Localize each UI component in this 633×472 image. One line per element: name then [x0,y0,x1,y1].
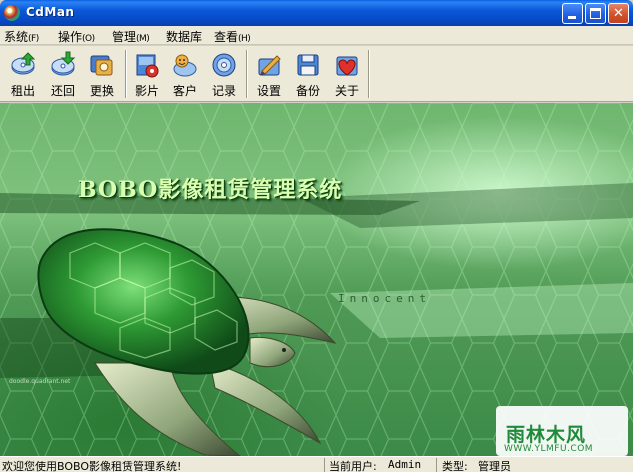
banner-subtitle: Innocent [338,292,431,305]
menu-manage-hotkey: (M) [136,34,150,44]
rent-out-label: 租出 [10,84,35,98]
status-bar: 欢迎您使用BOBO影像租赁管理系统! 当前用户: Admin 类型: 管理员 [0,456,633,472]
banner-title: BOBO影像租赁管理系统 [78,177,343,203]
about-button[interactable]: 关于 [328,48,366,100]
menu-view-label: 查看 [214,30,239,44]
image-credit: doodle.quadrant.net [9,378,71,385]
menu-view-hotkey: (H) [238,34,251,44]
menu-database-label: 数据库 [166,30,203,44]
toolbar-separator [246,50,248,98]
status-user-value: Admin [388,458,422,471]
records-icon [212,53,236,77]
backup-icon [297,54,319,76]
hex-pattern [0,103,633,456]
return-label: 还回 [50,84,75,98]
menu-bar: 系统(F) 操作(O) 管理(M) 数据库 查看(H) [0,26,633,45]
watermark-title: 雨林木风 [506,424,587,446]
app-icon [4,5,20,21]
film-label: 影片 [134,84,159,98]
splash-banner: BOBO影像租赁管理系统 Innocent doodle.quadrant.ne… [0,103,633,456]
rent-out-button[interactable]: 租出 [4,48,42,100]
status-welcome: 欢迎您使用BOBO影像租赁管理系统! [2,460,182,472]
settings-label: 设置 [256,84,281,98]
film-icon [136,54,159,78]
menu-manage-label: 管理 [112,30,137,44]
rent-out-icon [11,52,36,75]
exchange-button[interactable]: 更换 [83,48,121,100]
maximize-icon [590,8,601,19]
records-button[interactable]: 记录 [205,48,243,100]
status-type-value: 管理员 [478,460,511,472]
exchange-icon [90,55,113,76]
customer-button[interactable]: 客户 [166,48,204,100]
title-bar[interactable]: CdMan ✕ [0,0,633,26]
window-title: CdMan [26,5,75,19]
menu-operate-hotkey: (O) [82,34,95,44]
settings-icon [258,55,281,76]
customer-label: 客户 [172,84,197,98]
customer-icon [173,54,197,77]
toolbar-separator [368,50,370,98]
menu-manage[interactable]: 管理(M) [112,28,150,45]
maximize-button[interactable] [585,3,606,24]
menu-system-hotkey: (F) [28,34,39,44]
menu-database[interactable]: 数据库 [166,28,202,45]
about-icon [336,56,358,76]
toolbar: 租出 还回 更换 影片 客户 记录 设置 备份 关于 [0,46,633,102]
status-pane-divider [436,458,437,472]
about-label: 关于 [334,84,359,98]
watermark-url: WWW.YLMFU.COM [504,444,594,454]
toolbar-separator [125,50,127,98]
return-icon [51,51,76,76]
settings-button[interactable]: 设置 [250,48,288,100]
close-button[interactable]: ✕ [608,3,629,24]
menu-system[interactable]: 系统(F) [4,28,39,45]
exchange-label: 更换 [89,84,114,98]
minimize-button[interactable] [562,3,583,24]
return-button[interactable]: 还回 [44,48,82,100]
watermark: 雨林木风 WWW.YLMFU.COM [496,406,628,456]
status-pane-divider [324,458,325,472]
close-icon: ✕ [613,6,624,21]
records-label: 记录 [211,84,236,98]
backup-label: 备份 [295,84,320,98]
status-user-label: 当前用户: [329,460,377,472]
menu-operate[interactable]: 操作(O) [58,28,95,45]
menu-view[interactable]: 查看(H) [214,28,251,45]
film-button[interactable]: 影片 [128,48,166,100]
menu-operate-label: 操作 [58,30,83,44]
status-type-label: 类型: [442,460,468,472]
menu-system-label: 系统 [4,30,29,44]
minimize-icon [568,16,576,19]
backup-button[interactable]: 备份 [289,48,327,100]
